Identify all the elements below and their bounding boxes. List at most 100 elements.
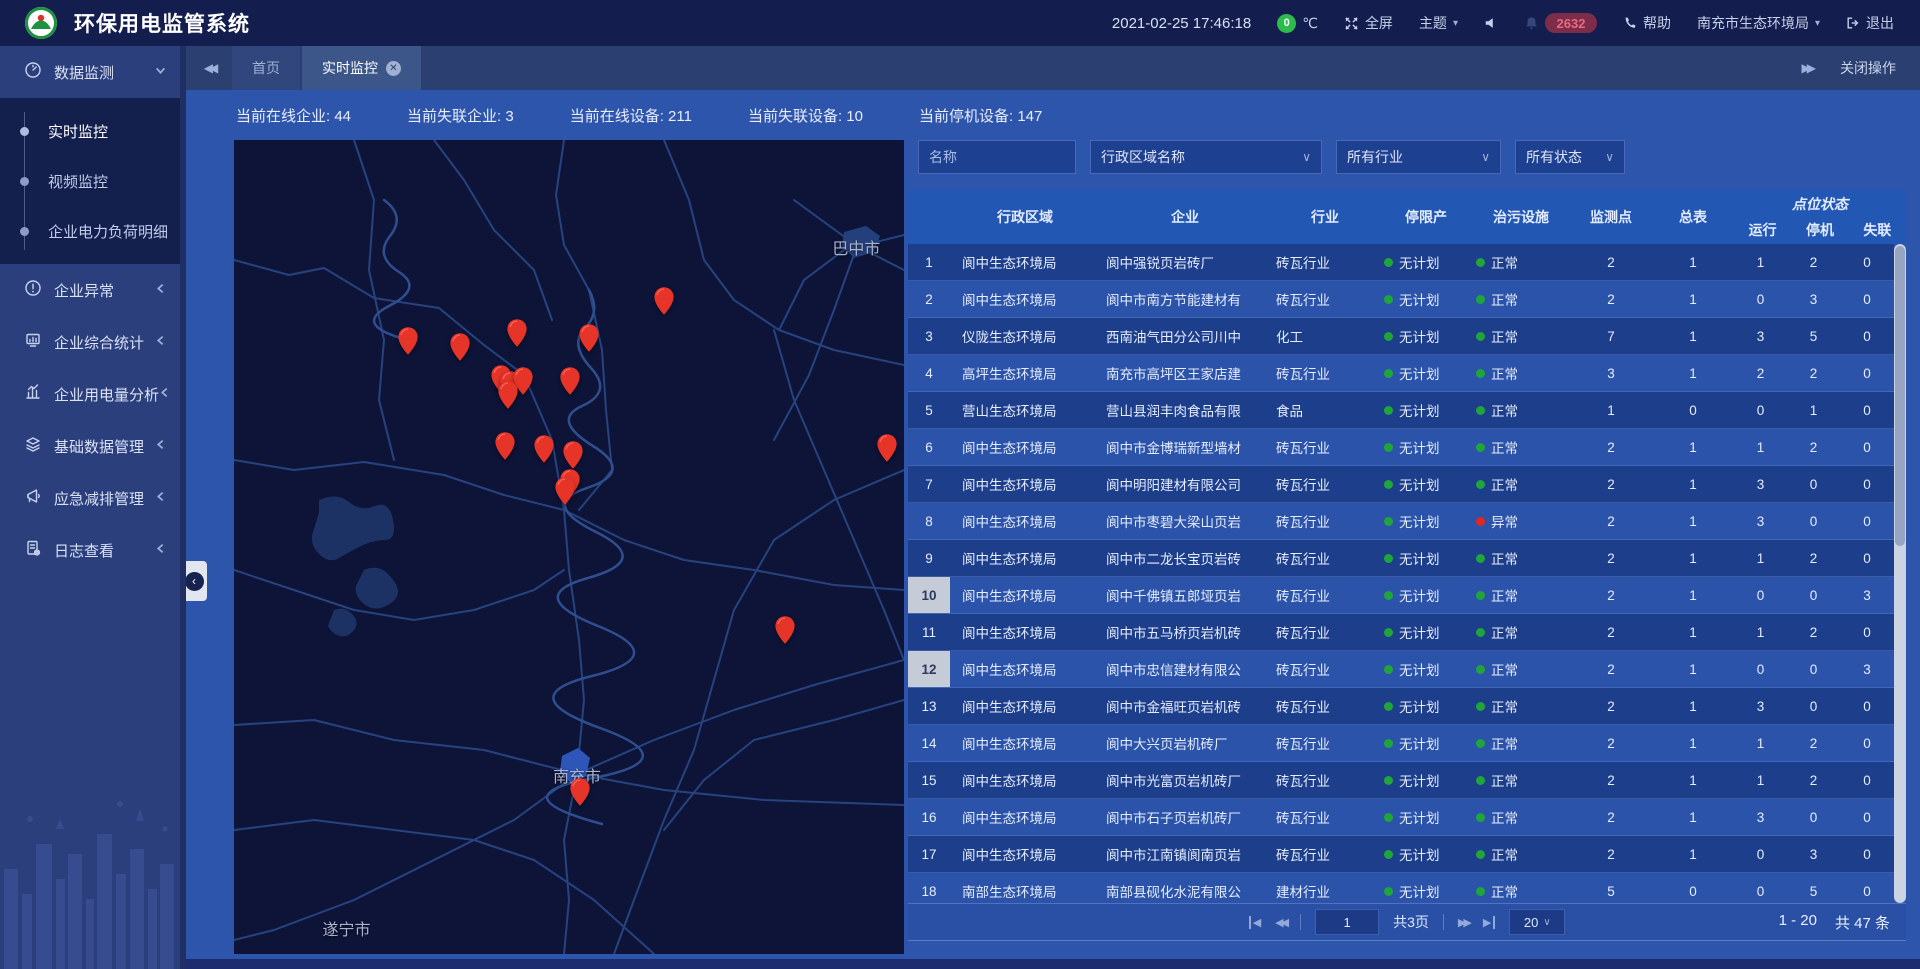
table-row[interactable]: 12阆中生态环境局阆中市忠信建材有限公砖瓦行业无计划正常21003: [908, 651, 1894, 688]
sidebar-item-6[interactable]: 应急减排管理: [0, 472, 180, 524]
stopped-count-cell: 2: [1787, 429, 1840, 465]
sidebar-item-4[interactable]: 企业用电量分析: [0, 368, 180, 420]
sidebar-item-5[interactable]: 基础数据管理: [0, 420, 180, 472]
close-icon[interactable]: ✕: [386, 61, 401, 76]
tab-item[interactable]: 首页: [232, 46, 300, 90]
fullscreen-button[interactable]: 全屏: [1344, 13, 1393, 33]
map-pin[interactable]: [506, 318, 528, 348]
stopped-count-cell: 0: [1787, 466, 1840, 502]
map-pin[interactable]: [559, 366, 581, 396]
submenu-dot-icon: [20, 127, 29, 136]
company-cell: 阆中市金博瑞新型墙材: [1100, 429, 1270, 465]
region-cell: 阆中生态环境局: [950, 540, 1100, 576]
table-row[interactable]: 17阆中生态环境局阆中市江南镇阆南页岩砖瓦行业无计划正常21030: [908, 836, 1894, 873]
org-menu-button[interactable]: 南充市生态环境局▾: [1697, 13, 1820, 33]
company-cell: 南部县砚化水泥有限公: [1100, 873, 1270, 903]
table-scrollbar[interactable]: [1894, 244, 1906, 903]
help-button[interactable]: 帮助: [1623, 13, 1671, 33]
map-pin[interactable]: [494, 431, 516, 461]
mute-button[interactable]: [1484, 16, 1498, 30]
prev-page-button[interactable]: ◀◀: [1275, 916, 1286, 929]
page-number-input[interactable]: [1315, 909, 1379, 935]
col-header-pollution-facility: 治污设施: [1472, 190, 1570, 244]
tabs-scroll-right-button[interactable]: ▶▶: [1802, 61, 1812, 75]
map-pin[interactable]: [533, 434, 555, 464]
running-count-cell: 1: [1734, 725, 1787, 761]
table-row[interactable]: 7阆中生态环境局阆中明阳建材有限公司砖瓦行业无计划正常21300: [908, 466, 1894, 503]
map-pin[interactable]: [497, 380, 519, 410]
region-cell: 阆中生态环境局: [950, 762, 1100, 798]
status-filter-select[interactable]: 所有状态 ∨: [1515, 140, 1625, 174]
map-pin[interactable]: [449, 332, 471, 362]
total-pages-label: 共3页: [1393, 912, 1429, 932]
table-row[interactable]: 8阆中生态环境局阆中市枣碧大梁山页岩砖瓦行业无计划异常21300: [908, 503, 1894, 540]
region-filter-select[interactable]: 行政区域名称 ∨: [1090, 140, 1322, 174]
sidebar-item-2[interactable]: 企业异常: [0, 264, 180, 316]
logout-button[interactable]: 退出: [1846, 13, 1894, 33]
map-pin[interactable]: [562, 440, 584, 470]
table-row[interactable]: 3仪陇生态环境局西南油气田分公司川中化工无计划正常71350: [908, 318, 1894, 355]
last-page-button[interactable]: ▶: [1483, 916, 1495, 929]
table-row[interactable]: 13阆中生态环境局阆中市金福旺页岩机砖砖瓦行业无计划正常21300: [908, 688, 1894, 725]
sidebar-item-7[interactable]: 日志查看: [0, 524, 180, 576]
status-dot-green: [1384, 258, 1393, 267]
table-row[interactable]: 14阆中生态环境局阆中大兴页岩机砖厂砖瓦行业无计划正常21120: [908, 725, 1894, 762]
name-filter-input[interactable]: [918, 140, 1076, 174]
table-row[interactable]: 2阆中生态环境局阆中市南方节能建材有砖瓦行业无计划正常21030: [908, 281, 1894, 318]
theme-button[interactable]: 主题▾: [1419, 13, 1458, 33]
status-dot-green: [1384, 739, 1393, 748]
table-row[interactable]: 4高坪生态环境局南充市高坪区王家店建砖瓦行业无计划正常31220: [908, 355, 1894, 392]
sidebar-item-1[interactable]: 数据监测: [0, 46, 180, 98]
map-pin[interactable]: [569, 777, 591, 807]
scrollbar-thumb[interactable]: [1895, 246, 1905, 546]
tabs-scroll-left-button[interactable]: ◀◀: [186, 46, 232, 90]
close-operations-button[interactable]: 关闭操作: [1840, 58, 1896, 78]
map-pin[interactable]: [554, 476, 576, 506]
table-row[interactable]: 6阆中生态环境局阆中市金博瑞新型墙材砖瓦行业无计划正常21120: [908, 429, 1894, 466]
offline-count-cell: 0: [1840, 725, 1894, 761]
table-row[interactable]: 9阆中生态环境局阆中市二龙长宝页岩砖砖瓦行业无计划正常21120: [908, 540, 1894, 577]
sidebar-subitem-视频监控[interactable]: 视频监控: [0, 156, 180, 206]
tab-item[interactable]: 实时监控✕: [302, 46, 421, 90]
page-size-select[interactable]: 20 ∨: [1509, 909, 1565, 935]
map-pin[interactable]: [397, 326, 419, 356]
map-pin[interactable]: [774, 615, 796, 645]
table-row[interactable]: 16阆中生态环境局阆中市石子页岩机砖厂砖瓦行业无计划正常21300: [908, 799, 1894, 836]
map-pin[interactable]: [876, 433, 898, 463]
status-dot-green: [1476, 369, 1485, 378]
submenu-dot-icon: [20, 177, 29, 186]
bottom-edge-decoration: [186, 959, 1920, 969]
sidebar-item-3[interactable]: 企业综合统计: [0, 316, 180, 368]
table-row[interactable]: 10阆中生态环境局阆中千佛镇五郎垭页岩砖瓦行业无计划正常21003: [908, 577, 1894, 614]
table-row[interactable]: 11阆中生态环境局阆中市五马桥页岩机砖砖瓦行业无计划正常21120: [908, 614, 1894, 651]
sidebar-subitem-实时监控[interactable]: 实时监控: [0, 106, 180, 156]
industry-cell: 砖瓦行业: [1270, 614, 1380, 650]
total-meters-cell: 1: [1652, 540, 1734, 576]
sidebar-submenu: 实时监控视频监控企业电力负荷明细: [0, 98, 180, 264]
first-page-button[interactable]: ◀: [1249, 916, 1261, 929]
industry-filter-select[interactable]: 所有行业 ∨: [1336, 140, 1501, 174]
table-row[interactable]: 5营山生态环境局营山县润丰肉食品有限食品无计划正常10010: [908, 392, 1894, 429]
map-pin[interactable]: [578, 323, 600, 353]
status-stat: 当前停机设备: 147: [919, 105, 1042, 126]
table-row[interactable]: 18南部生态环境局南部县砚化水泥有限公建材行业无计划正常50050: [908, 873, 1894, 903]
map-pin[interactable]: [653, 286, 675, 316]
company-cell: 阆中市金福旺页岩机砖: [1100, 688, 1270, 724]
total-meters-cell: 1: [1652, 836, 1734, 872]
table-row[interactable]: 15阆中生态环境局阆中市光富页岩机砖厂砖瓦行业无计划正常21120: [908, 762, 1894, 799]
pollution-facility-cell: 正常: [1472, 355, 1570, 391]
status-dot-red: [1476, 517, 1485, 526]
status-dot-green: [1476, 739, 1485, 748]
tab-bar: ◀◀ 首页实时监控✕ ▶▶ 关闭操作: [186, 46, 1920, 90]
status-dot-green: [1384, 517, 1393, 526]
stopped-count-cell: 2: [1787, 540, 1840, 576]
notifications-button[interactable]: 2632: [1524, 13, 1597, 33]
offline-count-cell: 0: [1840, 873, 1894, 903]
next-page-button[interactable]: ▶▶: [1458, 916, 1469, 929]
map-panel[interactable]: 巴中市南充市遂宁市: [234, 140, 904, 954]
offline-count-cell: 0: [1840, 355, 1894, 391]
table-row[interactable]: 1阆中生态环境局阆中强锐页岩砖厂砖瓦行业无计划正常21120: [908, 244, 1894, 281]
stop-production-cell: 无计划: [1380, 873, 1472, 903]
monitor-points-cell: 2: [1570, 725, 1652, 761]
sidebar-subitem-企业电力负荷明细[interactable]: 企业电力负荷明细: [0, 206, 180, 256]
